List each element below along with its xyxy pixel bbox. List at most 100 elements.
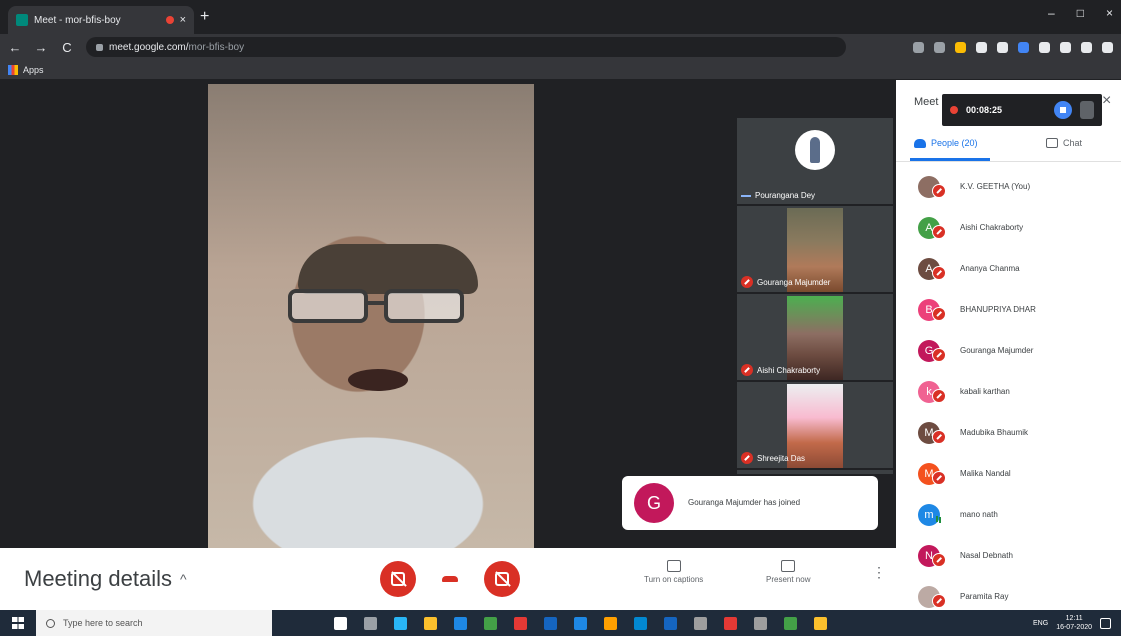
taskbar-apps [334,616,827,630]
stop-recording-button[interactable] [1054,101,1072,119]
taskbar-app-icon[interactable] [334,616,347,630]
language-indicator[interactable]: ENG [1033,620,1048,627]
taskbar-app-icon[interactable] [634,616,647,630]
clock[interactable]: 12:11 16-07-2020 [1056,614,1092,632]
tab-chat[interactable]: Chat [1046,138,1082,148]
mic-off-icon [932,593,946,608]
back-button[interactable]: ← [8,40,22,55]
participant-avatar: M [918,421,946,444]
microphone-icon[interactable] [1080,101,1094,119]
new-tab-button[interactable]: + [200,8,209,26]
taskbar-app-icon[interactable] [544,616,557,630]
taskbar-app-icon[interactable] [514,616,527,630]
present-icon [781,560,796,572]
window-controls: – □ × [1048,6,1113,20]
mic-toggle-button[interactable] [380,561,416,597]
apps-bookmark[interactable]: Apps [23,65,44,75]
participant-row[interactable]: G Gouranga Majumder [896,330,1121,371]
extension-icon[interactable] [976,41,987,53]
participant-avatar: A [918,216,946,239]
extension-icon[interactable] [1081,41,1092,53]
participant-row[interactable]: M Malika Nandal [896,453,1121,494]
participant-tile[interactable]: Shreejita Das [737,382,893,470]
forward-button[interactable]: → [34,40,48,55]
leave-call-button[interactable] [432,561,468,597]
more-options-button[interactable]: ⋮ [872,565,886,579]
participant-tile[interactable]: Pourangana Dey [737,118,893,206]
camera-off-icon [495,572,509,586]
extension-icon[interactable] [1102,41,1113,53]
mic-off-icon [932,429,946,444]
participant-avatar: A [918,257,946,280]
people-panel: Meet × 00:08:25 People (20) Chat K.V. GE… [896,80,1121,610]
participant-row[interactable]: A Aishi Chakraborty [896,207,1121,248]
taskbar-app-icon[interactable] [484,616,497,630]
participant-row[interactable]: m mano nath [896,494,1121,535]
chat-icon [1046,138,1058,148]
participant-row[interactable]: N Nasal Debnath [896,535,1121,576]
maximize-button[interactable]: □ [1077,6,1084,20]
extension-icon[interactable] [913,41,924,53]
extension-icon[interactable] [1060,41,1071,53]
extension-icon[interactable] [1018,41,1029,53]
taskbar-app-icon[interactable] [364,616,377,630]
participant-avatar: N [918,544,946,567]
participant-avatar: k [918,380,946,403]
tile-name: Shreejita Das [757,453,806,463]
participant-avatar: G [918,339,946,362]
taskbar-app-icon[interactable] [604,616,617,630]
tab-close-button[interactable]: × [180,14,186,26]
participant-tile[interactable]: Gouranga Majumder [737,206,893,294]
present-now-button[interactable]: Present now [766,560,810,584]
browser-tab-meet[interactable]: Meet - mor-bfis-boy × [8,6,194,34]
extension-icon[interactable] [934,41,945,53]
taskbar-search[interactable]: Type here to search [36,610,272,636]
speaker-hair [298,244,478,294]
mic-off-icon [932,265,946,280]
participant-row[interactable]: A Ananya Chanma [896,248,1121,289]
taskbar-app-icon[interactable] [814,616,827,630]
participant-avatar: M [918,462,946,485]
taskbar-app-icon[interactable] [574,616,587,630]
taskbar-app-icon[interactable] [394,616,407,630]
tab-people[interactable]: People (20) [914,138,978,148]
participant-name: Malika Nandal [960,469,1011,478]
meeting-stage: Pourangana Dey Gouranga Majumder Aishi C… [0,80,896,548]
minimize-button[interactable]: – [1048,6,1055,20]
notification-icon[interactable] [1100,617,1111,629]
taskbar-app-icon[interactable] [754,616,767,630]
participant-name: Aishi Chakraborty [960,223,1024,232]
meeting-details-button[interactable]: Meeting details ^ [24,566,187,592]
recording-dot-icon [950,106,958,114]
reload-button[interactable]: C [60,40,74,55]
start-button[interactable] [0,610,36,636]
captions-button[interactable]: Turn on captions [644,560,703,584]
participant-name: kabali karthan [960,387,1010,396]
mic-off-icon [391,572,405,586]
taskbar-app-icon[interactable] [784,616,797,630]
taskbar-app-icon[interactable] [424,616,437,630]
participant-row[interactable]: B BHANUPRIYA DHAR [896,289,1121,330]
present-label: Present now [766,575,811,584]
mic-off-icon [932,388,946,403]
camera-toggle-button[interactable] [484,561,520,597]
participant-row[interactable]: M Madubika Bhaumik [896,412,1121,453]
extension-icon[interactable] [955,41,966,53]
tab-people-label: People (20) [931,138,978,148]
extension-icon[interactable] [1039,41,1050,53]
participant-row[interactable]: K.V. GEETHA (You) [896,166,1121,207]
address-bar[interactable]: meet.google.com/mor-bfis-boy [86,37,846,57]
browser-tabstrip: Meet - mor-bfis-boy × + – □ × [0,0,1121,34]
taskbar-app-icon[interactable] [454,616,467,630]
extension-icon[interactable] [997,41,1008,53]
participant-row[interactable]: k kabali karthan [896,371,1121,412]
windows-logo-icon [12,617,24,629]
taskbar-app-icon[interactable] [664,616,677,630]
close-window-button[interactable]: × [1106,6,1113,20]
mic-off-icon [932,470,946,485]
close-panel-button[interactable]: × [1102,92,1111,110]
taskbar-app-icon[interactable] [694,616,707,630]
taskbar-app-icon[interactable] [724,616,737,630]
participant-tile[interactable]: Aishi Chakraborty [737,294,893,382]
clock-date: 16-07-2020 [1056,624,1092,631]
